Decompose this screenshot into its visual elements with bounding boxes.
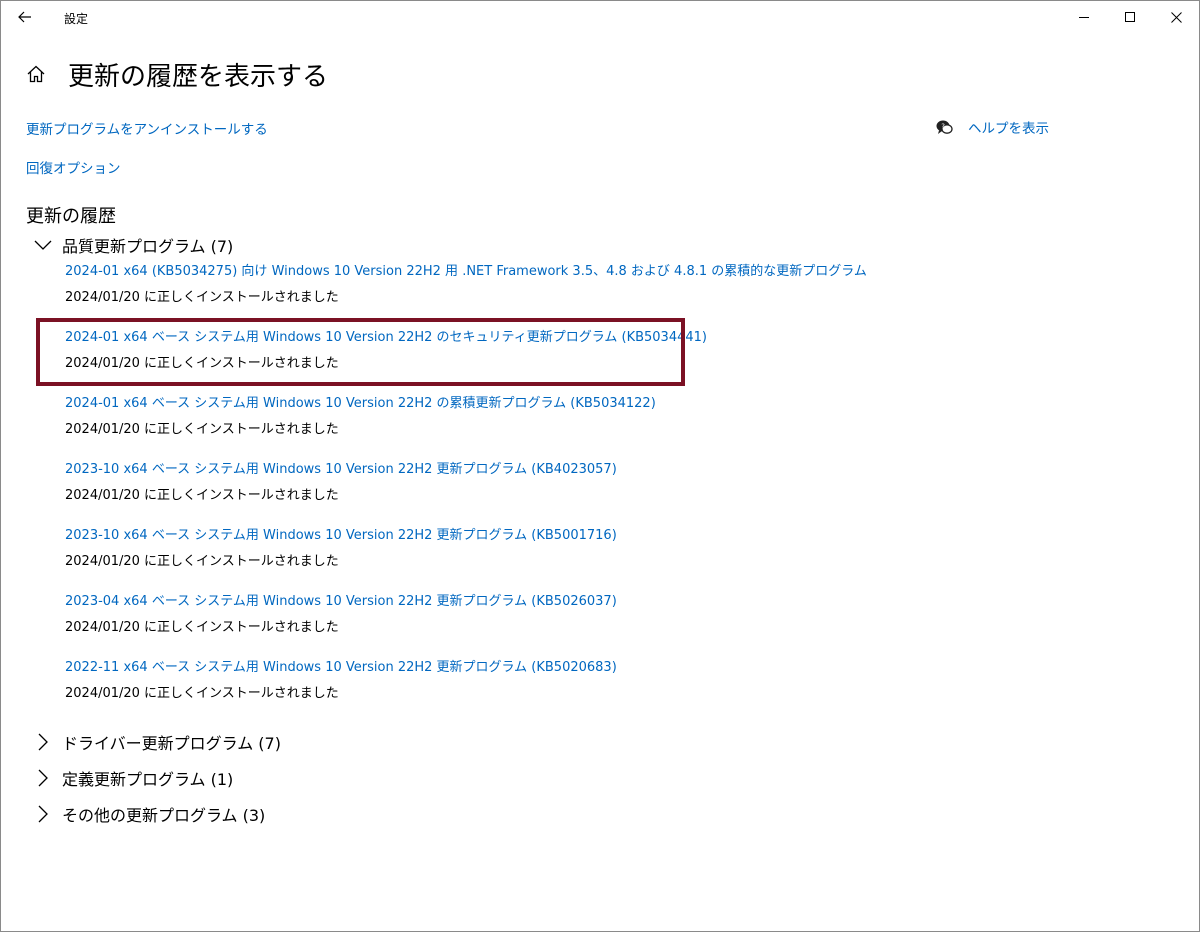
group-label: 品質更新プログラム (7)	[62, 237, 234, 256]
update-title-link[interactable]: 2022-11 x64 ベース システム用 Windows 10 Version…	[65, 655, 867, 681]
quality-update-list: 2024-01 x64 (KB5034275) 向け Windows 10 Ve…	[65, 259, 867, 721]
close-button[interactable]	[1153, 1, 1199, 33]
title-bar: 設定	[1, 1, 1199, 33]
minimize-button[interactable]	[1061, 1, 1107, 33]
chevron-right-icon	[33, 804, 53, 824]
home-icon	[27, 65, 45, 83]
list-item: 2023-04 x64 ベース システム用 Windows 10 Version…	[65, 589, 867, 655]
update-status: 2024/01/20 に正しくインストールされました	[65, 686, 339, 701]
update-title-link[interactable]: 2024-01 x64 ベース システム用 Windows 10 Version…	[65, 391, 867, 417]
group-label: 定義更新プログラム (1)	[62, 770, 234, 789]
update-status: 2024/01/20 に正しくインストールされました	[65, 488, 339, 503]
maximize-button[interactable]	[1107, 1, 1153, 33]
update-title-link[interactable]: 2024-01 x64 (KB5034275) 向け Windows 10 Ve…	[65, 259, 867, 285]
update-status: 2024/01/20 に正しくインストールされました	[65, 290, 339, 305]
update-title-link[interactable]: 2023-04 x64 ベース システム用 Windows 10 Version…	[65, 589, 867, 615]
settings-window: 設定 更新の履歴を表示する 更新プログラムをアンインストールする 回復オプション	[0, 0, 1200, 932]
update-title-link[interactable]: 2024-01 x64 ベース システム用 Windows 10 Version…	[65, 325, 867, 351]
group-label: その他の更新プログラム (3)	[62, 806, 266, 825]
group-label: ドライバー更新プログラム (7)	[62, 734, 281, 753]
group-quality-updates[interactable]: 品質更新プログラム (7)	[33, 233, 233, 257]
page-title: 更新の履歴を表示する	[68, 62, 329, 92]
app-title: 設定	[64, 12, 89, 26]
home-button[interactable]	[25, 63, 47, 85]
uninstall-updates-link[interactable]: 更新プログラムをアンインストールする	[26, 118, 268, 138]
list-item: 2022-11 x64 ベース システム用 Windows 10 Version…	[65, 655, 867, 721]
group-definition-updates[interactable]: 定義更新プログラム (1)	[33, 766, 233, 790]
help-area[interactable]: ? ヘルプを表示	[935, 117, 1049, 137]
close-icon	[1170, 11, 1182, 23]
svg-text:?: ?	[941, 123, 945, 131]
minimize-icon	[1079, 17, 1089, 18]
recovery-options-link[interactable]: 回復オプション	[26, 157, 121, 177]
group-other-updates[interactable]: その他の更新プログラム (3)	[33, 802, 265, 826]
update-status: 2024/01/20 に正しくインストールされました	[65, 422, 339, 437]
update-history-heading: 更新の履歴	[26, 206, 116, 227]
update-title-link[interactable]: 2023-10 x64 ベース システム用 Windows 10 Version…	[65, 523, 867, 549]
list-item: 2024-01 x64 ベース システム用 Windows 10 Version…	[65, 391, 867, 457]
arrow-left-icon	[18, 11, 31, 23]
chevron-down-icon	[33, 235, 53, 255]
list-item: 2023-10 x64 ベース システム用 Windows 10 Version…	[65, 457, 867, 523]
update-status: 2024/01/20 に正しくインストールされました	[65, 554, 339, 569]
update-status: 2024/01/20 に正しくインストールされました	[65, 356, 339, 371]
list-item: 2023-10 x64 ベース システム用 Windows 10 Version…	[65, 523, 867, 589]
chevron-right-icon	[33, 732, 53, 752]
list-item: 2024-01 x64 ベース システム用 Windows 10 Version…	[65, 325, 867, 391]
chat-help-icon: ?	[936, 120, 953, 134]
update-status: 2024/01/20 に正しくインストールされました	[65, 620, 339, 635]
maximize-icon	[1125, 12, 1135, 22]
update-title-link[interactable]: 2023-10 x64 ベース システム用 Windows 10 Version…	[65, 457, 867, 483]
chevron-right-icon	[33, 768, 53, 788]
show-help-link[interactable]: ヘルプを表示	[968, 117, 1049, 137]
back-button[interactable]	[9, 3, 41, 31]
group-driver-updates[interactable]: ドライバー更新プログラム (7)	[33, 730, 281, 754]
list-item: 2024-01 x64 (KB5034275) 向け Windows 10 Ve…	[65, 259, 867, 325]
